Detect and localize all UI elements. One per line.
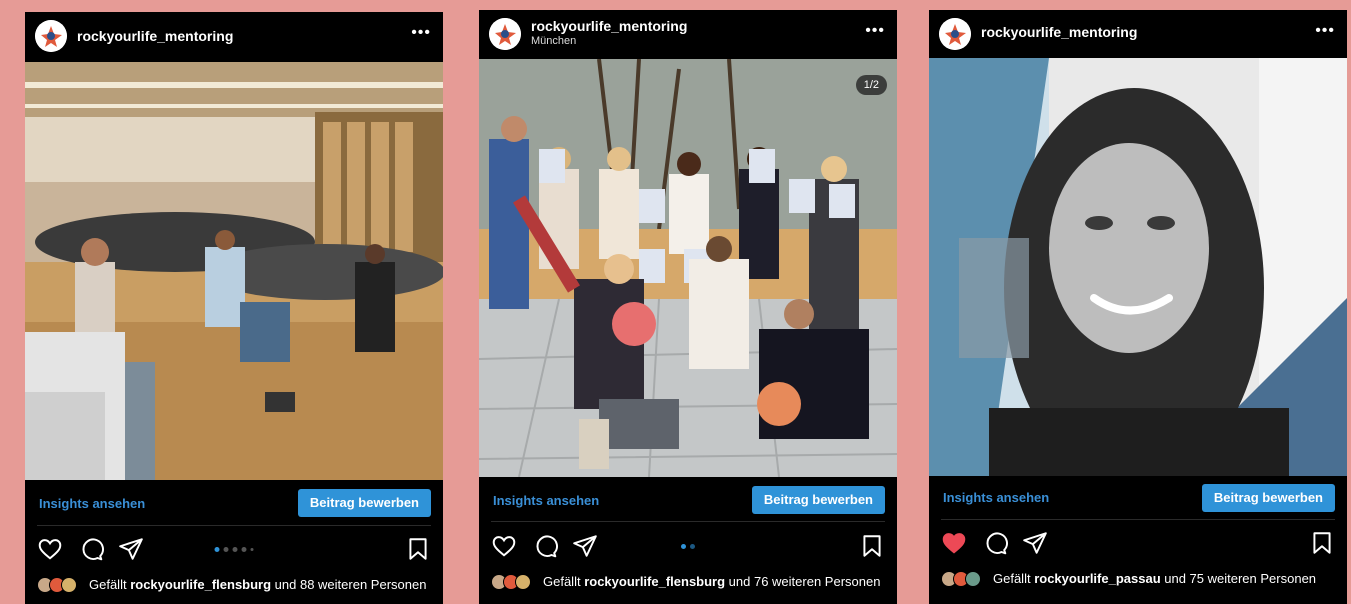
bookmark-icon[interactable] (1309, 530, 1335, 556)
image-counter: 1/2 (855, 75, 887, 95)
carousel-dot (223, 547, 229, 552)
insights-link[interactable]: Insights ansehen (493, 493, 599, 508)
promote-button[interactable]: Beitrag bewerben (297, 489, 431, 517)
action-bar (25, 536, 443, 566)
bookmark-icon[interactable] (405, 536, 431, 562)
promote-button[interactable]: Beitrag bewerben (751, 486, 885, 514)
comment-icon[interactable] (982, 530, 1008, 556)
avatar[interactable] (489, 18, 521, 50)
more-dots-icon[interactable]: ••• (411, 24, 431, 42)
post-image[interactable]: 1/2 (479, 59, 897, 477)
action-bar (479, 533, 897, 563)
likes-prefix: Gefällt (543, 574, 585, 589)
post-image[interactable] (929, 58, 1347, 476)
carousel-dot (241, 547, 247, 552)
carousel-indicator (214, 547, 254, 552)
carousel-dot (690, 544, 695, 549)
paper-plane-icon[interactable] (1022, 530, 1048, 556)
post-image[interactable] (25, 62, 443, 480)
heart-icon[interactable] (491, 533, 517, 559)
carousel-dot (232, 547, 238, 552)
comment-icon[interactable] (78, 536, 104, 562)
instagram-post-3: rockyourlife_mentoring ••• Insights anse… (929, 10, 1347, 604)
divider (941, 519, 1335, 520)
likes-username[interactable]: rockyourlife_flensburg (130, 577, 271, 592)
divider (491, 521, 885, 522)
heart-icon[interactable] (37, 536, 63, 562)
likes-text[interactable]: Gefällt rockyourlife_flensburg und 88 we… (89, 577, 431, 592)
likes-suffix: und 88 weiteren Personen (271, 577, 427, 592)
likes-username[interactable]: rockyourlife_flensburg (584, 574, 725, 589)
liker-avatar (515, 574, 531, 590)
paper-plane-icon[interactable] (572, 533, 598, 559)
carousel-indicator (681, 544, 695, 549)
likes-text[interactable]: Gefällt rockyourlife_flensburg und 76 we… (543, 574, 885, 589)
liker-avatar (61, 577, 77, 593)
liker-avatars[interactable] (37, 577, 83, 595)
promote-button[interactable]: Beitrag bewerben (1201, 484, 1335, 512)
liker-avatar (965, 571, 981, 587)
avatar[interactable] (35, 20, 67, 52)
liker-avatars[interactable] (491, 574, 537, 592)
post-location[interactable]: München (531, 35, 576, 47)
post-username[interactable]: rockyourlife_mentoring (531, 18, 687, 34)
likes-text[interactable]: Gefällt rockyourlife_passau und 75 weite… (993, 571, 1335, 586)
liker-avatars[interactable] (941, 571, 987, 589)
divider (37, 525, 431, 526)
comment-icon[interactable] (532, 533, 558, 559)
more-dots-icon[interactable]: ••• (1315, 22, 1335, 40)
post-header: rockyourlife_mentoring München ••• (479, 10, 897, 58)
carousel-dot (250, 548, 254, 551)
instagram-post-1: rockyourlife_mentoring ••• Insights anse… (25, 12, 443, 604)
likes-prefix: Gefällt (993, 571, 1035, 586)
likes-prefix: Gefällt (89, 577, 131, 592)
paper-plane-icon[interactable] (118, 536, 144, 562)
likes-suffix: und 75 weiteren Personen (1160, 571, 1317, 586)
post-username[interactable]: rockyourlife_mentoring (981, 24, 1137, 40)
avatar[interactable] (939, 18, 971, 50)
instagram-post-2: rockyourlife_mentoring München ••• 1/2 I… (479, 10, 897, 604)
carousel-dot (214, 547, 220, 552)
bookmark-icon[interactable] (859, 533, 885, 559)
heart-icon[interactable] (941, 530, 967, 556)
post-username[interactable]: rockyourlife_mentoring (77, 28, 233, 44)
action-bar (929, 530, 1347, 560)
likes-suffix: und 76 weiteren Personen (725, 574, 881, 589)
carousel-dot (681, 544, 686, 549)
insights-link[interactable]: Insights ansehen (943, 490, 1049, 505)
insights-link[interactable]: Insights ansehen (39, 496, 145, 511)
more-dots-icon[interactable]: ••• (865, 22, 885, 40)
post-header: rockyourlife_mentoring ••• (929, 10, 1347, 58)
likes-username[interactable]: rockyourlife_passau (1034, 571, 1160, 586)
post-header: rockyourlife_mentoring ••• (25, 12, 443, 60)
